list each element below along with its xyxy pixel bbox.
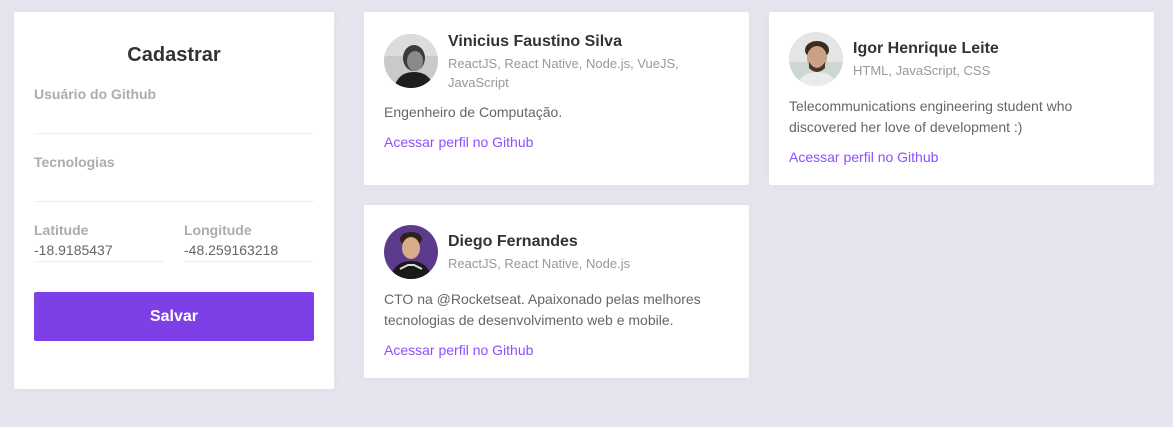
dev-card: Vinicius Faustino Silva ReactJS, React N…: [364, 12, 749, 185]
dev-techs: ReactJS, React Native, Node.js, VueJS, J…: [448, 56, 679, 90]
techs-label: Tecnologias: [34, 154, 115, 170]
latitude-label: Latitude: [34, 222, 89, 238]
dev-bio: CTO na @Rocketseat. Apaixonado pelas mel…: [384, 291, 701, 328]
techs-field: Tecnologias: [34, 154, 314, 202]
dev-name: Diego Fernandes: [448, 232, 578, 250]
github-user-label: Usuário do Github: [34, 86, 157, 102]
dev-card: Diego Fernandes ReactJS, React Native, N…: [364, 205, 749, 378]
dev-techs: HTML, JavaScript, CSS: [853, 62, 991, 78]
dev-name: Igor Henrique Leite: [853, 39, 999, 57]
dev-name: Vinicius Faustino Silva: [448, 33, 622, 50]
save-button[interactable]: Salvar: [34, 292, 314, 341]
latitude-field: Latitude: [34, 222, 164, 262]
longitude-label: Longitude: [184, 222, 252, 238]
dev-header: Igor Henrique Leite HTML, JavaScript, CS…: [789, 32, 1134, 86]
avatar: [384, 34, 438, 88]
longitude-input[interactable]: [184, 238, 314, 262]
github-profile-link[interactable]: Acessar perfil no Github: [789, 147, 938, 167]
form-title: Cadastrar: [127, 44, 221, 66]
github-profile-link[interactable]: Acessar perfil no Github: [384, 340, 533, 360]
avatar: [789, 32, 843, 86]
dev-card: Igor Henrique Leite HTML, JavaScript, CS…: [769, 12, 1154, 185]
user-info: Diego Fernandes ReactJS, React Native, N…: [448, 232, 630, 273]
dev-header: Diego Fernandes ReactJS, React Native, N…: [384, 225, 729, 279]
github-user-input[interactable]: [34, 102, 314, 134]
github-user-field: Usuário do Github: [34, 86, 314, 134]
avatar: [384, 225, 438, 279]
register-form-panel: Cadastrar Usuário do Github Tecnologias …: [14, 12, 334, 389]
dev-header: Vinicius Faustino Silva ReactJS, React N…: [384, 32, 729, 92]
techs-input[interactable]: [34, 170, 314, 202]
github-profile-link[interactable]: Acessar perfil no Github: [384, 132, 533, 152]
user-info: Vinicius Faustino Silva ReactJS, React N…: [448, 32, 729, 92]
dev-techs: ReactJS, React Native, Node.js: [448, 255, 631, 271]
user-info: Igor Henrique Leite HTML, JavaScript, CS…: [853, 39, 999, 80]
latitude-input[interactable]: [34, 238, 164, 262]
longitude-field: Longitude: [184, 222, 314, 262]
dev-bio: Engenheiro de Computação.: [384, 104, 563, 120]
coordinates-row: Latitude Longitude: [34, 222, 314, 262]
dev-bio: Telecommunications engineering student w…: [789, 98, 1073, 135]
